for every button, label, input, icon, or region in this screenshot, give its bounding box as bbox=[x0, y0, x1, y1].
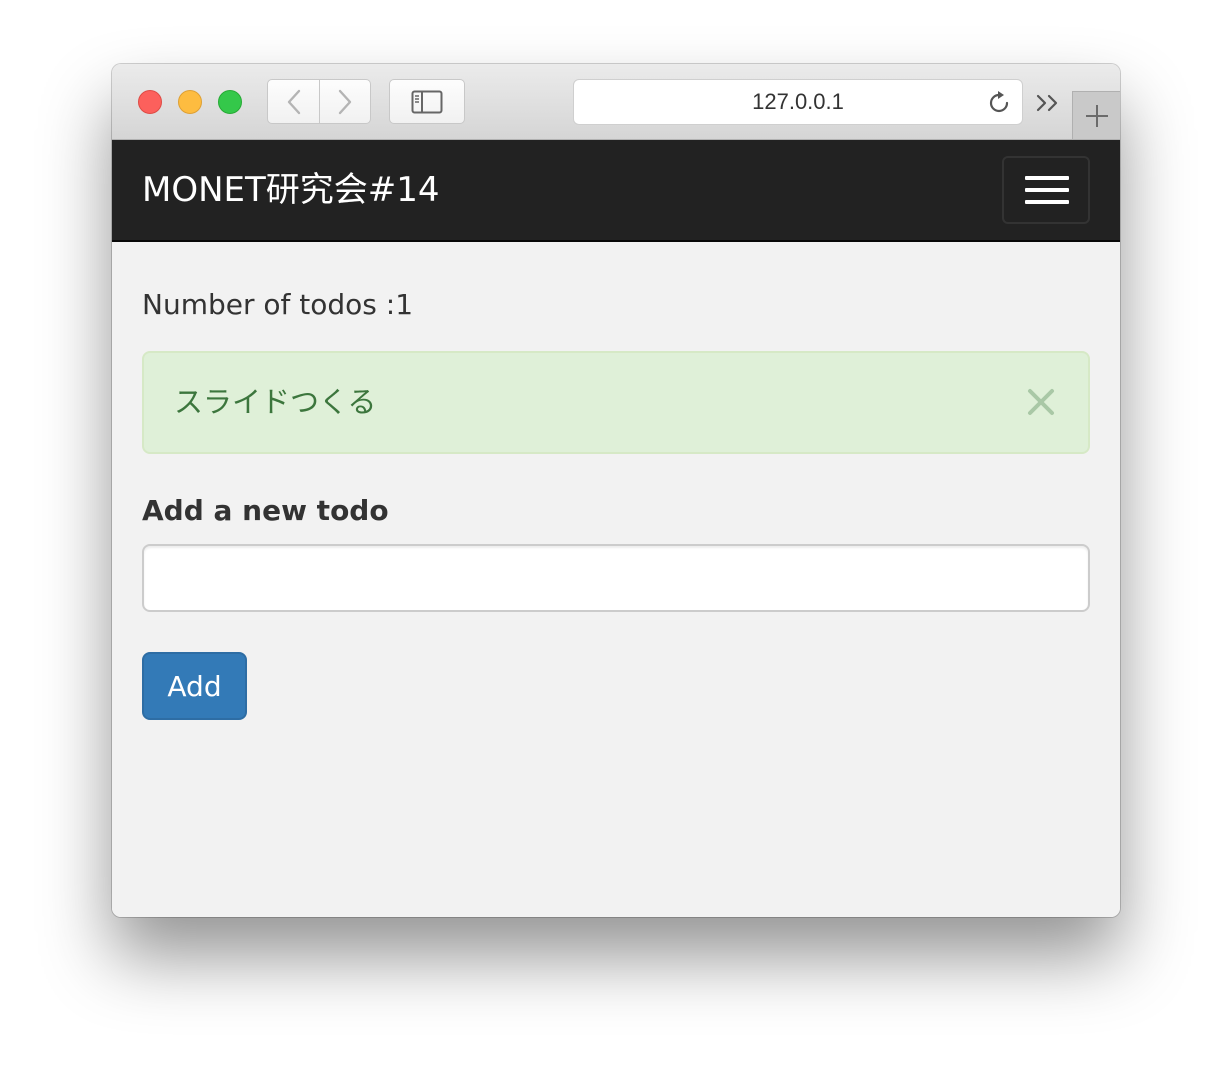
address-text: 127.0.0.1 bbox=[752, 89, 844, 114]
new-todo-label: Add a new todo bbox=[142, 494, 389, 527]
main-content: Number of todos :1 スライドつくる Add a new tod… bbox=[112, 242, 1120, 917]
navbar: MONET研究会#14 bbox=[112, 140, 1120, 242]
close-icon[interactable] bbox=[1024, 385, 1058, 419]
navbar-brand[interactable]: MONET研究会#14 bbox=[142, 140, 440, 240]
plus-icon bbox=[1085, 104, 1108, 127]
close-window-button[interactable] bbox=[138, 90, 162, 114]
navbar-toggle-button[interactable] bbox=[1002, 156, 1090, 224]
chevron-right-icon bbox=[338, 89, 352, 114]
browser-toolbar: 127.0.0.1 bbox=[112, 64, 1120, 140]
hamburger-icon-bar bbox=[1025, 200, 1069, 204]
address-bar[interactable]: 127.0.0.1 bbox=[573, 79, 1023, 125]
add-todo-button[interactable]: Add bbox=[142, 652, 247, 720]
todo-count: Number of todos :1 bbox=[142, 288, 414, 321]
new-tab-button[interactable] bbox=[1072, 91, 1120, 139]
todo-item-text: スライドつくる bbox=[174, 385, 377, 419]
zoom-window-button[interactable] bbox=[218, 90, 242, 114]
double-chevron-right-icon[interactable] bbox=[1034, 88, 1064, 118]
browser-window: 127.0.0.1 MONET研究会#14 Number of todos:1… bbox=[112, 64, 1120, 917]
sidebar-icon bbox=[411, 90, 443, 113]
todo-item: スライドつくる bbox=[142, 351, 1090, 454]
reload-icon[interactable] bbox=[986, 90, 1012, 116]
hamburger-icon bbox=[1025, 176, 1069, 180]
sidebar-toggle-button[interactable] bbox=[389, 79, 465, 124]
minimize-window-button[interactable] bbox=[178, 90, 202, 114]
chevron-left-icon bbox=[287, 89, 300, 114]
back-button[interactable] bbox=[267, 79, 320, 124]
new-todo-input[interactable] bbox=[142, 544, 1090, 612]
hamburger-icon-bar bbox=[1025, 188, 1069, 192]
forward-button[interactable] bbox=[320, 79, 371, 124]
